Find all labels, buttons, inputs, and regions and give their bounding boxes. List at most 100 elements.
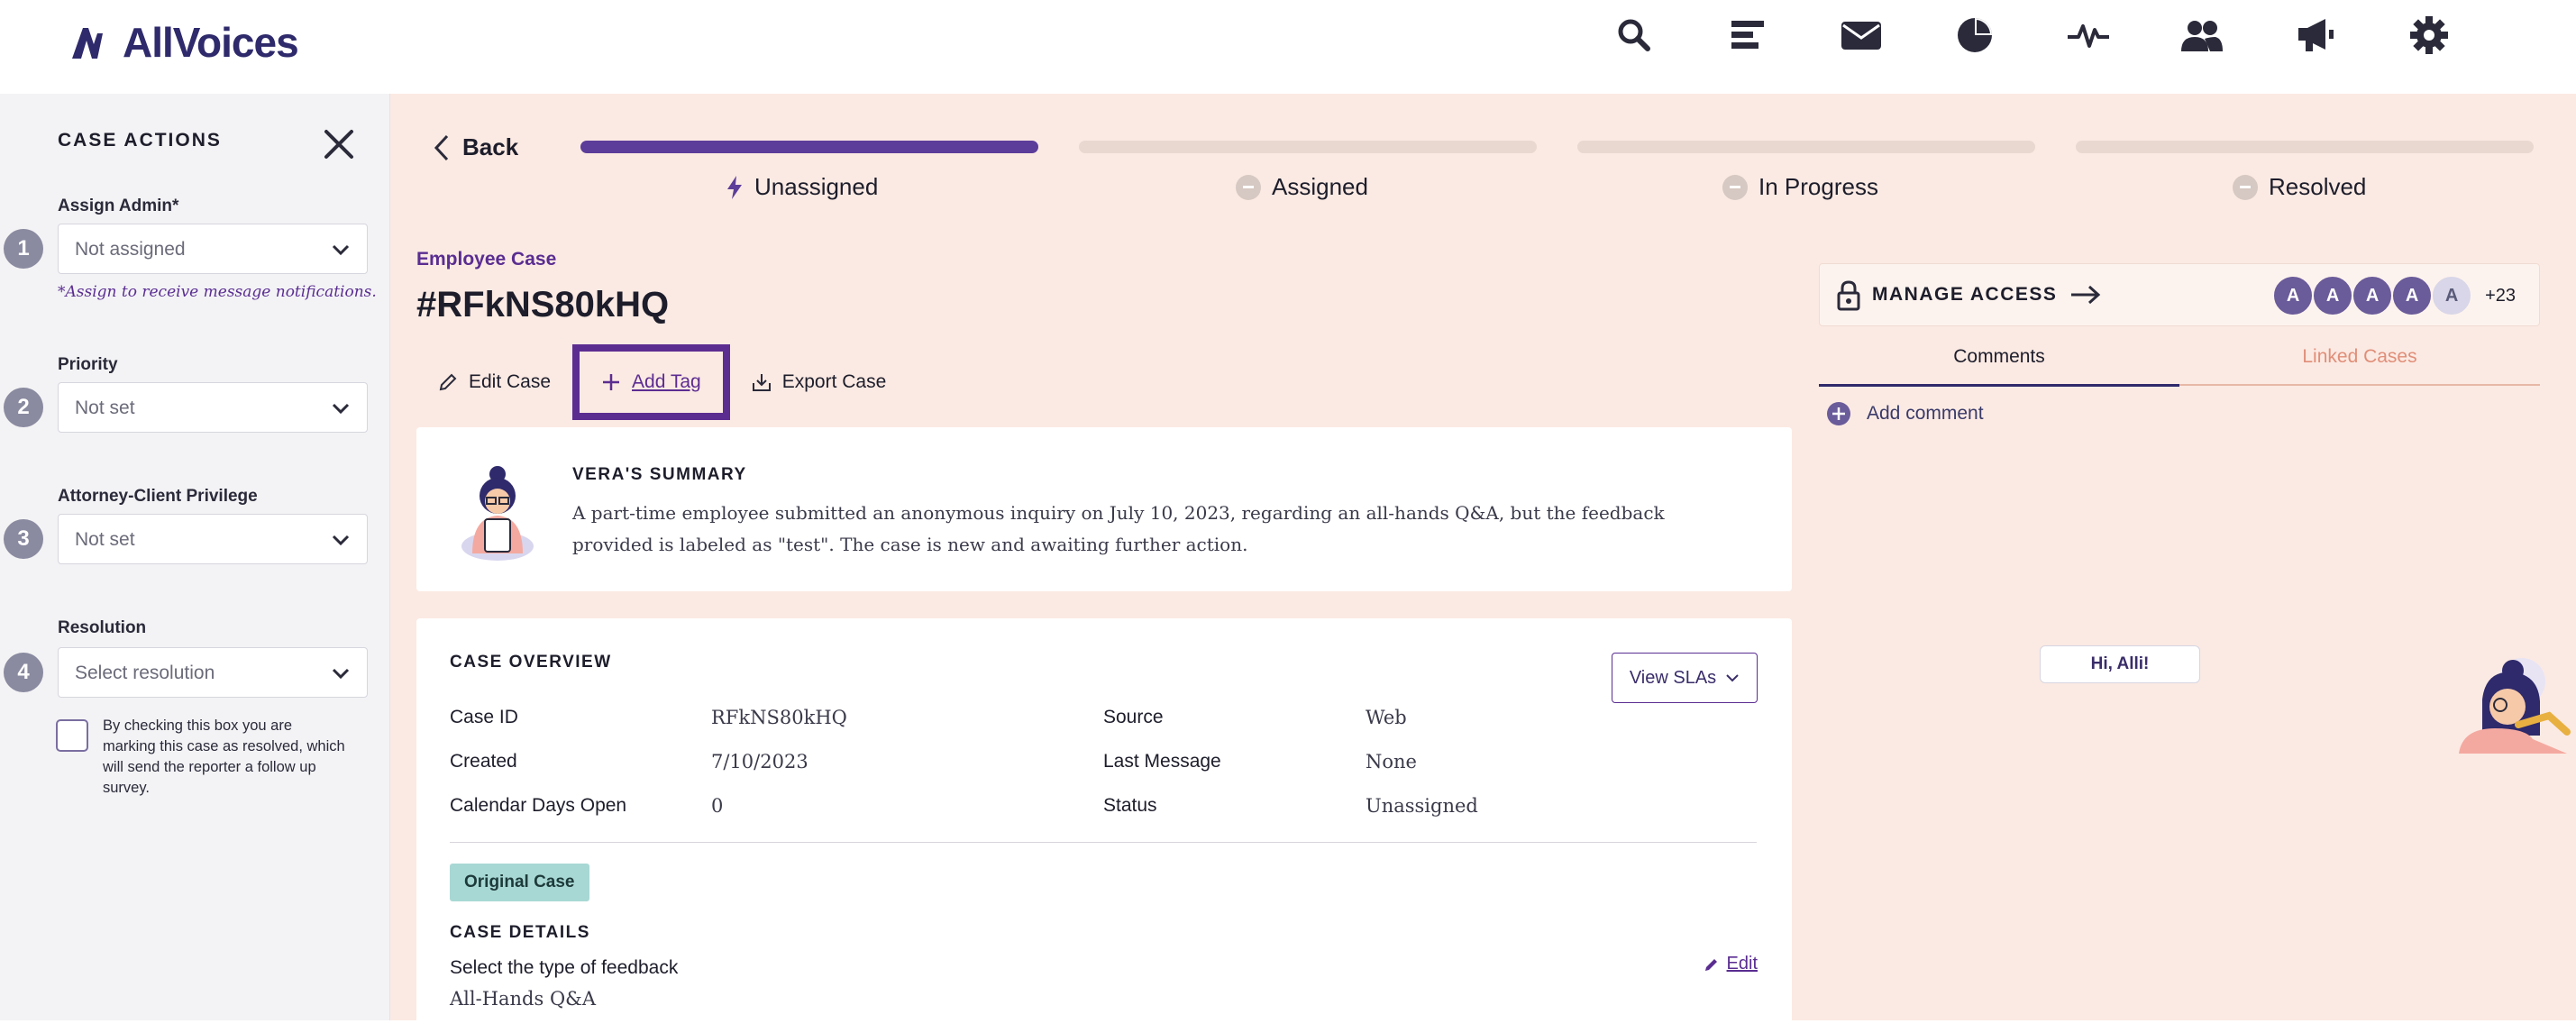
avatar-overflow-count: +23 bbox=[2485, 285, 2516, 306]
resolution-value: Select resolution bbox=[75, 663, 215, 683]
source-value: Web bbox=[1366, 707, 1407, 728]
avatar: A bbox=[2431, 275, 2473, 316]
chevron-down-icon bbox=[1726, 674, 1739, 682]
export-case-label: Export Case bbox=[781, 371, 887, 392]
edit-details-button[interactable]: Edit bbox=[1704, 954, 1758, 974]
last-message-label: Last Message bbox=[1103, 751, 1221, 772]
manage-access-button[interactable]: MANAGE ACCESS bbox=[1872, 284, 2102, 306]
top-nav bbox=[1577, 9, 2486, 61]
case-actions-toolbar: Edit Case Add Tag Export Case bbox=[416, 344, 908, 420]
status-label: Status bbox=[1103, 795, 1157, 816]
case-overview-card: CASE OVERVIEW View SLAs Case ID RFkNS80k… bbox=[416, 618, 1792, 1033]
divider bbox=[450, 842, 1757, 843]
resolve-checkbox[interactable] bbox=[56, 719, 88, 752]
pending-icon bbox=[1236, 174, 1261, 200]
edit-case-button[interactable]: Edit Case bbox=[416, 344, 572, 420]
assign-admin-value: Not assigned bbox=[75, 239, 186, 260]
case-main: Back Unassigned Assigned In Progress Res… bbox=[390, 94, 2576, 1033]
avatar: A bbox=[2391, 275, 2434, 316]
download-icon bbox=[752, 374, 771, 391]
step-label: In Progress bbox=[1758, 173, 1878, 200]
case-actions-sidebar: CASE ACTIONS Assign Admin* 1 Not assigne… bbox=[0, 94, 390, 1020]
lightning-icon bbox=[727, 175, 742, 199]
step-number-2: 2 bbox=[4, 388, 43, 427]
resolution-label: Resolution bbox=[58, 618, 147, 637]
pencil-icon bbox=[439, 373, 457, 391]
back-button[interactable]: Back bbox=[434, 133, 518, 161]
allvoices-logo[interactable]: AllVoices bbox=[70, 18, 299, 67]
progress-segment-unassigned bbox=[580, 141, 1038, 153]
add-tag-button[interactable]: Add Tag bbox=[572, 344, 730, 420]
edit-details-label: Edit bbox=[1726, 954, 1758, 974]
privilege-label: Attorney-Client Privilege bbox=[58, 487, 258, 506]
allvoices-logo-mark-icon bbox=[72, 28, 103, 59]
progress-segment-assigned bbox=[1079, 141, 1537, 153]
access-avatars[interactable]: A A A A A +23 bbox=[2272, 275, 2516, 316]
case-overview-title: CASE OVERVIEW bbox=[450, 653, 612, 672]
brand-name: AllVoices bbox=[123, 19, 299, 66]
pencil-icon bbox=[1704, 958, 1717, 971]
arrow-right-icon bbox=[2071, 285, 2101, 305]
export-case-button[interactable]: Export Case bbox=[730, 344, 909, 420]
plus-icon bbox=[603, 374, 620, 390]
search-icon[interactable] bbox=[1577, 9, 1691, 61]
bar-list-icon[interactable] bbox=[1691, 9, 1804, 61]
add-comment-label: Add comment bbox=[1867, 403, 1984, 424]
resolution-select[interactable]: Select resolution bbox=[58, 647, 368, 698]
chevron-down-icon bbox=[332, 244, 350, 256]
close-icon[interactable] bbox=[321, 126, 357, 162]
top-bar: AllVoices bbox=[0, 0, 2576, 94]
step-unassigned: Unassigned bbox=[726, 173, 878, 201]
manage-access-label: MANAGE ACCESS bbox=[1872, 284, 2058, 305]
privilege-select[interactable]: Not set bbox=[58, 514, 368, 564]
created-label: Created bbox=[450, 751, 517, 772]
progress-segment-resolved bbox=[2076, 141, 2534, 153]
view-slas-label: View SLAs bbox=[1629, 667, 1717, 688]
pie-chart-icon[interactable] bbox=[1918, 9, 2032, 61]
view-slas-button[interactable]: View SLAs bbox=[1612, 653, 1758, 703]
alli-greeting[interactable]: Hi, Alli! bbox=[2040, 645, 2200, 683]
priority-select[interactable]: Not set bbox=[58, 382, 368, 433]
last-message-value: None bbox=[1366, 751, 1417, 772]
step-label: Resolved bbox=[2269, 173, 2367, 200]
add-comment-button[interactable]: Add comment bbox=[1825, 400, 1984, 427]
case-type: Employee Case bbox=[416, 249, 557, 270]
source-label: Source bbox=[1103, 707, 1164, 727]
chevron-down-icon bbox=[332, 403, 350, 415]
tab-linked-cases[interactable]: Linked Cases bbox=[2179, 346, 2540, 386]
days-open-label: Calendar Days Open bbox=[450, 795, 627, 816]
days-open-value: 0 bbox=[711, 795, 724, 817]
lock-icon bbox=[1837, 280, 1860, 311]
pending-icon bbox=[2233, 174, 2258, 200]
case-id-label: Case ID bbox=[450, 707, 518, 727]
sidebar-title: CASE ACTIONS bbox=[58, 130, 222, 151]
mail-icon[interactable] bbox=[1804, 9, 1918, 61]
assign-admin-select[interactable]: Not assigned bbox=[58, 224, 368, 274]
back-label: Back bbox=[462, 133, 519, 160]
vera-summary-card: VERA'S SUMMARY A part-time employee subm… bbox=[416, 427, 1792, 591]
avatar: A bbox=[2272, 275, 2315, 316]
tab-comments[interactable]: Comments bbox=[1819, 346, 2179, 387]
step-label: Assigned bbox=[1272, 173, 1368, 200]
users-icon[interactable] bbox=[2145, 9, 2259, 61]
step-assigned: Assigned bbox=[1236, 173, 1368, 201]
alli-assistant-icon[interactable] bbox=[2432, 645, 2576, 786]
feedback-type-question: Select the type of feedback bbox=[450, 957, 679, 978]
chevron-down-icon bbox=[332, 535, 350, 546]
megaphone-icon[interactable] bbox=[2259, 9, 2372, 61]
pulse-icon[interactable] bbox=[2032, 9, 2145, 61]
case-details-title: CASE DETAILS bbox=[450, 923, 590, 942]
step-resolved: Resolved bbox=[2233, 173, 2366, 201]
assign-admin-label: Assign Admin* bbox=[58, 197, 179, 215]
avatar: A bbox=[2312, 275, 2354, 316]
progress-segment-in-progress bbox=[1577, 141, 2035, 153]
created-value: 7/10/2023 bbox=[711, 751, 808, 772]
vera-summary-text: A part-time employee submitted an anonym… bbox=[572, 502, 1665, 555]
avatar: A bbox=[2352, 275, 2394, 316]
step-in-progress: In Progress bbox=[1722, 173, 1878, 201]
status-value: Unassigned bbox=[1366, 795, 1478, 817]
vera-summary-title: VERA'S SUMMARY bbox=[572, 465, 747, 484]
manage-access-bar: MANAGE ACCESS A A A A A +23 bbox=[1819, 263, 2540, 326]
gear-icon[interactable] bbox=[2372, 9, 2486, 61]
privilege-value: Not set bbox=[75, 529, 135, 550]
